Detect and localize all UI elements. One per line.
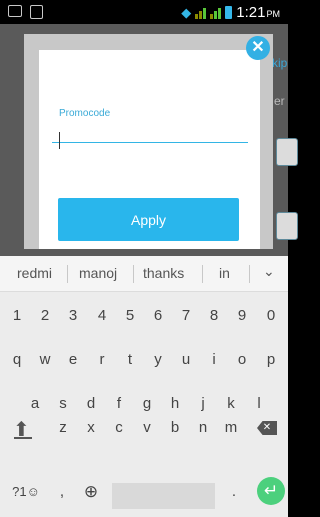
- promocode-input[interactable]: [52, 116, 248, 143]
- number-row: 1 2 3 4 5 6 7 8 9 0: [0, 296, 288, 336]
- status-bar: ◆ 1:21PM: [0, 0, 288, 24]
- image-icon: [30, 5, 43, 19]
- key-i[interactable]: i: [201, 340, 227, 380]
- bg-text-fragment: er: [274, 94, 285, 108]
- battery-icon: [225, 6, 233, 19]
- promocode-dialog: Promocode Apply: [24, 34, 273, 249]
- key-b[interactable]: b: [162, 408, 188, 448]
- status-right: ◆ 1:21PM: [181, 4, 280, 21]
- suggestion-divider: [249, 265, 250, 283]
- key-9[interactable]: 9: [229, 296, 255, 336]
- suggestion-2[interactable]: manoj: [79, 265, 117, 281]
- enter-icon[interactable]: ↵: [257, 477, 285, 505]
- row-zxcv: z x c v b n m: [0, 408, 288, 448]
- keyboard-icon: [8, 5, 22, 17]
- key-o[interactable]: o: [229, 340, 255, 380]
- suggestion-divider: [67, 265, 68, 283]
- dialog-panel: Promocode Apply: [39, 50, 260, 249]
- key-r[interactable]: r: [89, 340, 115, 380]
- key-1[interactable]: 1: [4, 296, 30, 336]
- close-icon[interactable]: ✕: [246, 36, 270, 60]
- key-q[interactable]: q: [4, 340, 30, 380]
- suggestion-divider: [202, 265, 203, 283]
- status-time: 1:21PM: [236, 4, 280, 21]
- key-2[interactable]: 2: [32, 296, 58, 336]
- text-cursor: [59, 132, 60, 149]
- row-qwerty: q w e r t y u i o p: [0, 340, 288, 380]
- suggestion-divider: [133, 265, 134, 283]
- key-x[interactable]: x: [78, 408, 104, 448]
- suggestion-4[interactable]: in: [219, 265, 230, 281]
- suggestion-1[interactable]: redmi: [17, 265, 52, 281]
- key-8[interactable]: 8: [201, 296, 227, 336]
- wifi-icon: ◆: [181, 4, 192, 20]
- status-left-icons: [8, 5, 43, 19]
- key-3[interactable]: 3: [60, 296, 86, 336]
- key-5[interactable]: 5: [117, 296, 143, 336]
- chevron-down-icon[interactable]: ⌄: [263, 263, 275, 280]
- key-m[interactable]: m: [218, 408, 244, 448]
- space-bar[interactable]: [112, 483, 215, 509]
- suggestion-bar: redmi manoj thanks in ⌄: [0, 256, 288, 292]
- key-e[interactable]: e: [60, 340, 86, 380]
- suggestion-3[interactable]: thanks: [143, 265, 184, 281]
- key-u[interactable]: u: [173, 340, 199, 380]
- key-4[interactable]: 4: [89, 296, 115, 336]
- symbols-key[interactable]: ?1☺: [6, 472, 46, 512]
- key-y[interactable]: y: [145, 340, 171, 380]
- globe-icon[interactable]: ⊕: [78, 472, 104, 512]
- period-key[interactable]: .: [224, 472, 244, 512]
- key-w[interactable]: w: [32, 340, 58, 380]
- key-p[interactable]: p: [258, 340, 284, 380]
- key-t[interactable]: t: [117, 340, 143, 380]
- keyboard: redmi manoj thanks in ⌄ 1 2 3 4 5 6 7 8 …: [0, 256, 288, 517]
- apply-button[interactable]: Apply: [58, 198, 239, 241]
- bg-field-2: [276, 212, 298, 240]
- key-v[interactable]: v: [134, 408, 160, 448]
- key-z[interactable]: z: [50, 408, 76, 448]
- signal-icon-1: [195, 6, 207, 19]
- key-n[interactable]: n: [190, 408, 216, 448]
- key-0[interactable]: 0: [258, 296, 284, 336]
- key-6[interactable]: 6: [145, 296, 171, 336]
- bg-skip-text: kip: [272, 56, 288, 70]
- signal-icon-2: [210, 6, 222, 19]
- key-c[interactable]: c: [106, 408, 132, 448]
- bg-field-1: [276, 138, 298, 166]
- key-7[interactable]: 7: [173, 296, 199, 336]
- comma-key[interactable]: ,: [52, 472, 72, 512]
